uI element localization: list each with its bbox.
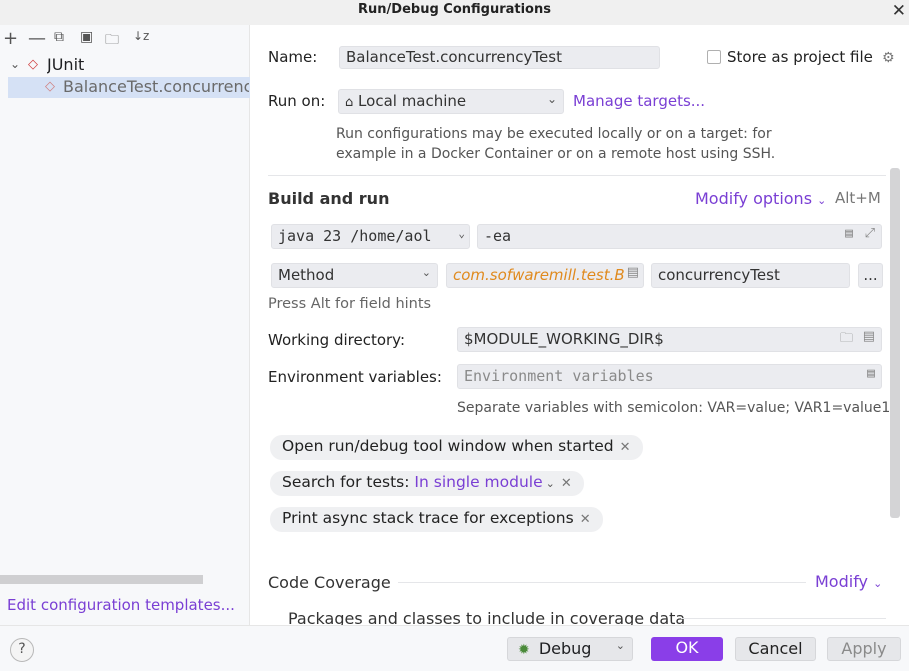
window-title: Run/Debug Configurations — [358, 2, 551, 17]
chip-search-value[interactable]: In single module — [414, 473, 542, 491]
ok-button[interactable]: OK — [651, 637, 723, 661]
remove-icon[interactable]: — — [28, 28, 46, 49]
test-kind-select[interactable]: Method ⌄ — [271, 263, 438, 288]
debug-button[interactable]: ✹ Debug ⌄ — [507, 637, 633, 661]
horizontal-scrollbar[interactable] — [0, 575, 203, 584]
coverage-title: Code Coverage — [268, 573, 391, 592]
run-on-hint-line1: Run configurations may be executed local… — [336, 126, 772, 142]
title-bar: Run/Debug Configurations ✕ — [0, 0, 909, 25]
manage-targets-link[interactable]: Manage targets... — [573, 92, 705, 110]
chip-open-tool-label: Open run/debug tool window when started — [282, 437, 614, 455]
browse-text-icon[interactable]: ▤ — [627, 265, 639, 280]
run-on-label: Run on: — [268, 92, 326, 110]
home-icon: ⌂ — [345, 95, 354, 110]
sort-icon[interactable]: ↓z — [133, 29, 149, 43]
gear-icon[interactable]: ⚙ — [882, 50, 895, 66]
config-tree-panel — [0, 25, 250, 625]
add-icon[interactable]: + — [3, 28, 18, 49]
remove-icon[interactable]: ✕ — [561, 476, 572, 491]
env-hint: Separate variables with semicolon: VAR=v… — [457, 400, 891, 416]
run-on-select[interactable]: ⌂ Local machine ⌄ — [338, 89, 564, 114]
field-hints-text: Press Alt for field hints — [268, 296, 432, 312]
chip-search-for-tests[interactable]: Search for tests: In single module ⌄ ✕ — [270, 471, 584, 496]
browse-method-button[interactable]: ... — [858, 263, 883, 288]
expand-text-icon[interactable]: ▤ — [867, 366, 875, 381]
modify-shortcut: Alt+M — [835, 189, 881, 207]
coverage-separator — [398, 582, 806, 583]
close-icon[interactable]: ✕ — [892, 1, 906, 21]
class-field[interactable]: com.sofwaremill.test.B ▤ — [446, 263, 644, 288]
test-kind-value: Method — [278, 266, 335, 284]
chevron-down-icon[interactable]: ⌄ — [10, 57, 20, 71]
store-project-label: Store as project file — [727, 48, 873, 66]
vertical-scrollbar[interactable] — [890, 168, 900, 518]
workdir-label: Working directory: — [268, 331, 406, 349]
remove-icon[interactable]: ✕ — [620, 440, 631, 455]
chip-async-stack[interactable]: Print async stack trace for exceptions ✕ — [270, 507, 603, 532]
save-icon[interactable]: ▣ — [80, 29, 93, 45]
vm-options-value: -ea — [484, 227, 512, 245]
workdir-field[interactable]: $MODULE_WORKING_DIR$ 🗀 ▤ — [457, 327, 882, 352]
copy-icon[interactable]: ⧉ — [54, 29, 64, 45]
name-label: Name: — [268, 48, 318, 66]
tree-root-junit[interactable]: JUnit — [47, 55, 84, 74]
tree-item-balance-test[interactable]: BalanceTest.concurrenc — [63, 77, 249, 96]
chevron-down-icon: ⌄ — [546, 92, 557, 106]
chip-search-label: Search for tests: — [282, 473, 410, 491]
coverage-modify-label: Modify — [815, 572, 869, 591]
remove-icon[interactable]: ✕ — [580, 512, 591, 527]
chevron-down-icon: ⌄ — [545, 477, 555, 490]
build-run-title: Build and run — [268, 189, 390, 208]
jdk-value: java 23 /home/aol — [278, 227, 432, 245]
run-on-value: Local machine — [358, 92, 467, 110]
class-value: com.sofwaremill.test.B — [453, 266, 625, 284]
bug-icon: ✹ — [518, 642, 530, 658]
modify-options-label: Modify options — [695, 189, 813, 208]
folder-icon[interactable]: 🗀 — [840, 329, 853, 351]
chip-open-tool-window[interactable]: Open run/debug tool window when started ✕ — [270, 435, 643, 460]
chevron-down-icon: ⌄ — [458, 227, 465, 240]
expand-text-icon[interactable]: ▤ — [845, 226, 853, 241]
method-field[interactable]: concurrencyTest — [651, 263, 850, 288]
section-separator — [268, 175, 886, 176]
name-field[interactable]: BalanceTest.concurrencyTest — [339, 46, 660, 69]
chevron-down-icon[interactable]: ⌄ — [616, 639, 625, 652]
apply-button[interactable]: Apply — [827, 637, 901, 661]
expand-icon[interactable]: ⤢ — [865, 226, 875, 241]
chevron-down-icon: ⌄ — [421, 266, 431, 279]
env-field[interactable]: Environment variables ▤ — [457, 364, 882, 389]
modify-options-link[interactable]: Modify options ⌄ — [695, 189, 826, 208]
debug-label: Debug — [538, 639, 592, 658]
coverage-modify-link[interactable]: Modify ⌄ — [815, 572, 882, 591]
expand-text-icon[interactable]: ▤ — [863, 329, 875, 344]
run-on-hint-line2: example in a Docker Container or on a re… — [336, 146, 776, 162]
jdk-select[interactable]: java 23 /home/aol ⌄ — [271, 224, 470, 249]
chevron-down-icon: ⌄ — [873, 577, 883, 590]
edit-templates-link[interactable]: Edit configuration templates... — [7, 596, 235, 614]
chevron-down-icon: ⌄ — [817, 194, 827, 207]
coverage-sub-separator — [681, 618, 886, 619]
vm-options-field[interactable]: -ea ▤ ⤢ — [477, 224, 882, 249]
junit-icon: ◇ — [28, 57, 38, 72]
store-project-checkbox[interactable] — [707, 50, 721, 64]
test-method-icon: ◇ — [45, 79, 55, 94]
env-placeholder: Environment variables — [464, 367, 654, 385]
help-button[interactable]: ? — [10, 638, 34, 662]
chip-async-label: Print async stack trace for exceptions — [282, 509, 574, 527]
workdir-value: $MODULE_WORKING_DIR$ — [464, 330, 664, 348]
env-label: Environment variables: — [268, 368, 442, 386]
new-folder-icon[interactable]: 🗀 — [105, 29, 119, 53]
cancel-button[interactable]: Cancel — [735, 637, 816, 661]
